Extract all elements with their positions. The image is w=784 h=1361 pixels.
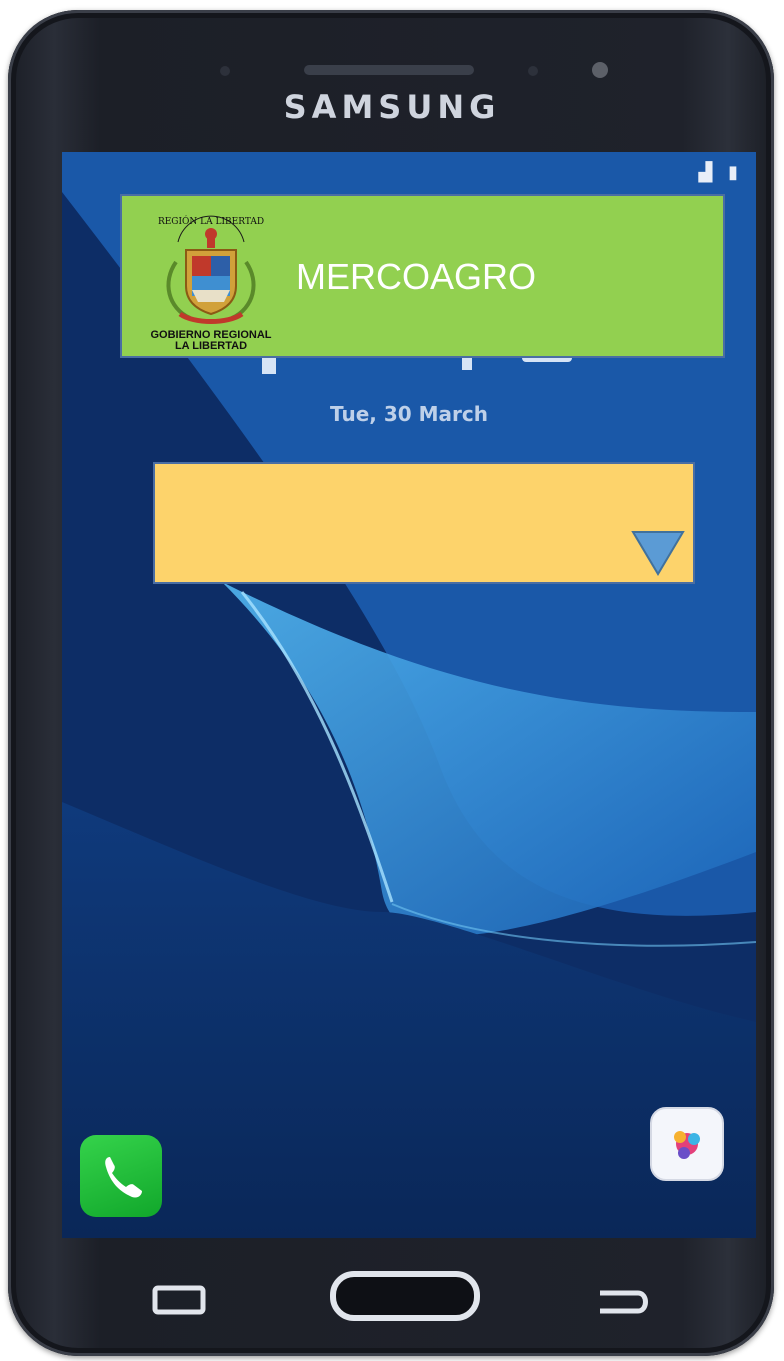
home-button[interactable] bbox=[330, 1271, 480, 1321]
coat-of-arms-icon: REGIÓN LA LIBERTAD bbox=[158, 215, 264, 324]
device-brand: SAMSUNG bbox=[283, 88, 501, 126]
gallery-app-icon[interactable] bbox=[650, 1107, 724, 1181]
recent-apps-icon[interactable] bbox=[152, 1285, 206, 1315]
dropdown-arrow-icon[interactable] bbox=[631, 530, 685, 576]
lockscreen-date: Tue, 30 March bbox=[330, 402, 488, 426]
flash-sensor bbox=[220, 66, 230, 76]
phone-icon bbox=[105, 1157, 142, 1198]
front-camera bbox=[592, 62, 608, 78]
app-title: MERCOAGRO bbox=[296, 256, 537, 297]
gallery-icon bbox=[674, 1131, 700, 1159]
app-header: REGIÓN LA LIBERTAD GOBIERNO REGIONAL LA … bbox=[120, 194, 725, 358]
phone-app-icon[interactable] bbox=[80, 1135, 162, 1217]
logo-caption: GOBIERNO REGIONAL LA LIBERTAD bbox=[138, 330, 284, 352]
regional-government-logo: REGIÓN LA LIBERTAD GOBIERNO REGIONAL LA … bbox=[138, 202, 284, 352]
status-bar: ▟ ▮ bbox=[699, 162, 738, 183]
back-icon[interactable] bbox=[596, 1285, 652, 1317]
svg-text:REGIÓN LA LIBERTAD: REGIÓN LA LIBERTAD bbox=[158, 215, 264, 227]
earpiece-speaker bbox=[304, 65, 474, 75]
category-dropdown[interactable] bbox=[153, 462, 695, 584]
battery-icon: ▮ bbox=[728, 162, 738, 183]
signal-icon: ▟ bbox=[698, 162, 713, 183]
stage: SAMSUNG ▟ ▮ Tue, 30 March REGIÓN LA LIBE… bbox=[0, 0, 784, 1361]
logo-caption-line2: LA LIBERTAD bbox=[174, 340, 248, 352]
proximity-sensor bbox=[528, 66, 538, 76]
